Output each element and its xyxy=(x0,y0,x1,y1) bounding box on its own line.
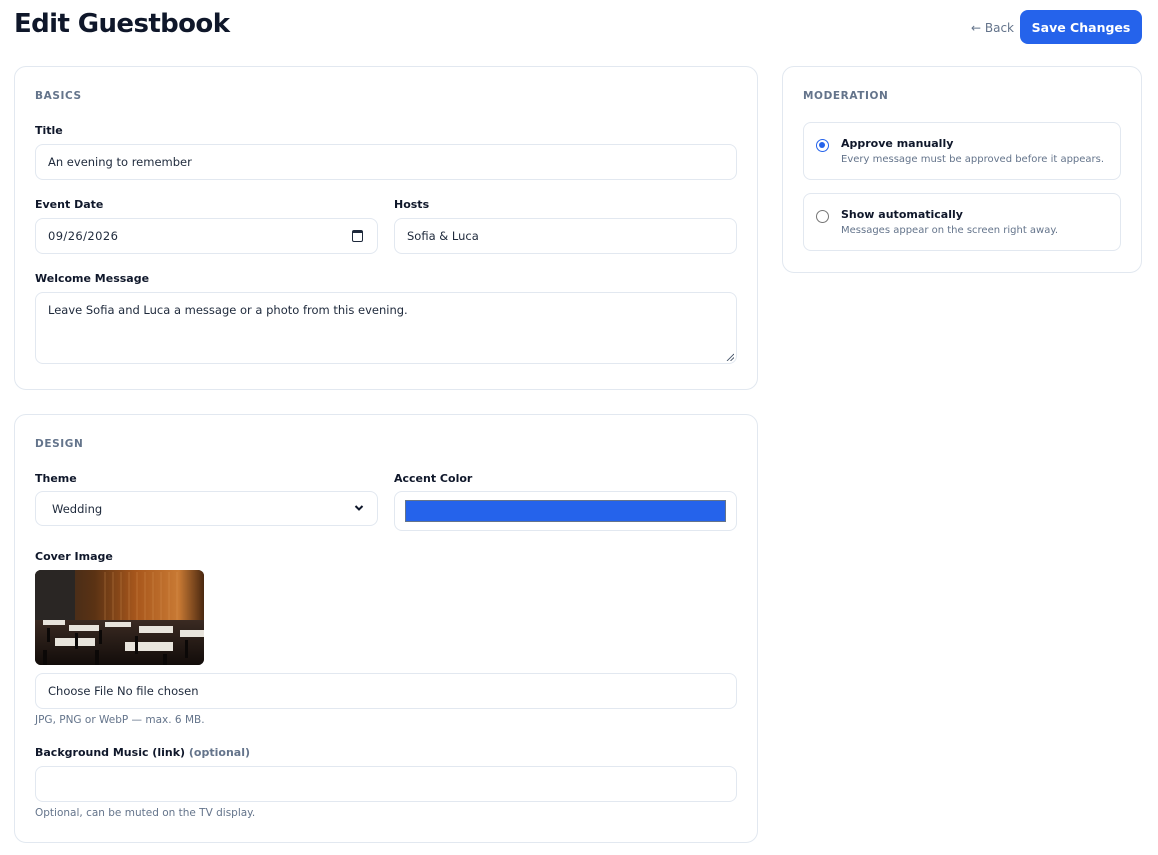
show-automatically-description: Messages appear on the screen right away… xyxy=(841,225,1059,236)
save-changes-button[interactable]: Save Changes xyxy=(1020,10,1142,44)
option-show-automatically[interactable]: Show automatically Messages appear on th… xyxy=(803,193,1121,251)
show-automatically-title: Show automatically xyxy=(841,208,963,221)
welcome-message-label: Welcome Message xyxy=(35,272,150,285)
approve-manually-radio[interactable] xyxy=(816,139,829,152)
background-music-label-text: Background Music (link) xyxy=(35,746,186,759)
basics-card: BASICS Title An evening to remember Even… xyxy=(14,66,758,390)
background-music-hint: Optional, can be muted on the TV display… xyxy=(35,807,256,819)
choose-file-button[interactable]: Choose File xyxy=(48,684,113,698)
cover-image-hint: JPG, PNG or WebP — max. 6 MB. xyxy=(35,714,205,726)
title-input[interactable]: An evening to remember xyxy=(35,144,737,180)
event-date-input[interactable]: 09/26/2026 xyxy=(35,218,378,254)
background-music-input[interactable] xyxy=(35,766,737,802)
cover-image-label: Cover Image xyxy=(35,550,113,563)
design-section-label: DESIGN xyxy=(35,438,84,450)
hosts-input-value: Sofia & Luca xyxy=(407,229,479,243)
accent-color-label: Accent Color xyxy=(394,472,473,485)
hosts-label: Hosts xyxy=(394,198,430,211)
accent-color-swatch xyxy=(405,500,726,522)
theme-select[interactable]: Wedding xyxy=(35,491,378,526)
moderation-card: MODERATION Approve manually Every messag… xyxy=(782,66,1142,273)
calendar-icon[interactable] xyxy=(352,230,363,242)
restaurant-photo xyxy=(35,570,204,665)
resize-grip-icon[interactable] xyxy=(726,353,734,361)
title-label: Title xyxy=(35,124,63,137)
theme-label: Theme xyxy=(35,472,77,485)
background-music-label: Background Music (link) (optional) xyxy=(35,746,250,759)
welcome-message-textarea[interactable]: Leave Sofia and Luca a message or a phot… xyxy=(35,292,737,364)
moderation-section-label: MODERATION xyxy=(803,90,889,102)
event-date-value: 09/26/2026 xyxy=(48,229,119,243)
chevron-down-icon xyxy=(354,505,364,511)
welcome-message-value: Leave Sofia and Luca a message or a phot… xyxy=(48,303,408,317)
approve-manually-title: Approve manually xyxy=(841,137,954,150)
approve-manually-description: Every message must be approved before it… xyxy=(841,154,1105,165)
theme-select-value: Wedding xyxy=(52,502,103,516)
design-card: DESIGN Theme Wedding Accent Color Cover … xyxy=(14,414,758,843)
show-automatically-radio[interactable] xyxy=(816,210,829,223)
page-title: Edit Guestbook xyxy=(14,9,230,39)
basics-section-label: BASICS xyxy=(35,90,82,102)
cover-image-preview xyxy=(35,570,204,665)
optional-tag: (optional) xyxy=(188,746,251,759)
event-date-label: Event Date xyxy=(35,198,104,211)
file-status-text: No file chosen xyxy=(117,684,199,698)
cover-file-input[interactable]: Choose File No file chosen xyxy=(35,673,737,709)
accent-color-picker[interactable] xyxy=(394,491,737,531)
back-link[interactable]: ← Back xyxy=(971,21,1014,35)
option-approve-manually[interactable]: Approve manually Every message must be a… xyxy=(803,122,1121,180)
title-input-value: An evening to remember xyxy=(48,155,192,169)
hosts-input[interactable]: Sofia & Luca xyxy=(394,218,737,254)
